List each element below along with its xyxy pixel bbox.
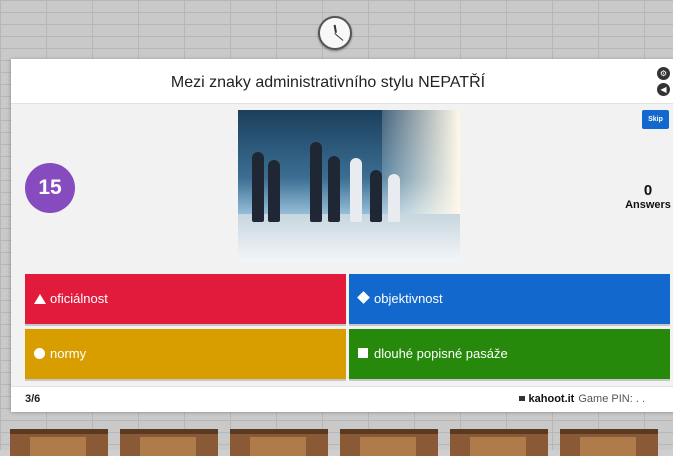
answer-tile-red[interactable]: oficiálnost xyxy=(25,274,346,324)
question-image xyxy=(238,110,460,262)
settings-icon[interactable]: ⚙ xyxy=(657,67,670,80)
question-title: Mezi znaky administrativního stylu NEPAT… xyxy=(170,74,486,91)
game-info: kahoot.it Game PIN: . . xyxy=(518,387,645,412)
answer-tile-blue[interactable]: objektivnost xyxy=(349,274,670,324)
answers-counter: 0 Answers xyxy=(621,182,673,212)
skip-button[interactable]: Skip xyxy=(642,110,669,129)
question-bar: Mezi znaky administrativního stylu NEPAT… xyxy=(11,59,673,104)
answers-label: Answers xyxy=(625,199,671,211)
sound-icon[interactable]: ◀ xyxy=(657,83,670,96)
site-name: kahoot.it xyxy=(528,393,575,405)
countdown-timer: 15 xyxy=(25,163,75,213)
square-icon xyxy=(358,348,368,358)
kahoot-board: Mezi znaky administrativního stylu NEPAT… xyxy=(11,59,673,412)
answers-count: 0 xyxy=(643,182,653,199)
game-pin-label: Game PIN: xyxy=(578,393,633,405)
game-pin-value: . . xyxy=(635,393,645,405)
lock-icon xyxy=(518,396,525,401)
answer-label: normy xyxy=(50,346,87,361)
clock-icon xyxy=(318,16,352,50)
answer-label: dlouhé popisné pasáže xyxy=(374,346,508,361)
answer-tile-green[interactable]: dlouhé popisné pasáže xyxy=(349,329,670,379)
diamond-icon xyxy=(357,291,370,304)
triangle-icon xyxy=(34,294,46,304)
answer-tile-yellow[interactable]: normy xyxy=(25,329,346,379)
answer-label: oficiálnost xyxy=(50,291,108,306)
answer-label: objektivnost xyxy=(374,291,443,306)
classroom-desks xyxy=(0,423,673,456)
footer-bar: 3/6 kahoot.it Game PIN: . . xyxy=(11,386,673,412)
question-progress: 3/6 xyxy=(25,393,41,405)
circle-icon xyxy=(34,348,45,359)
